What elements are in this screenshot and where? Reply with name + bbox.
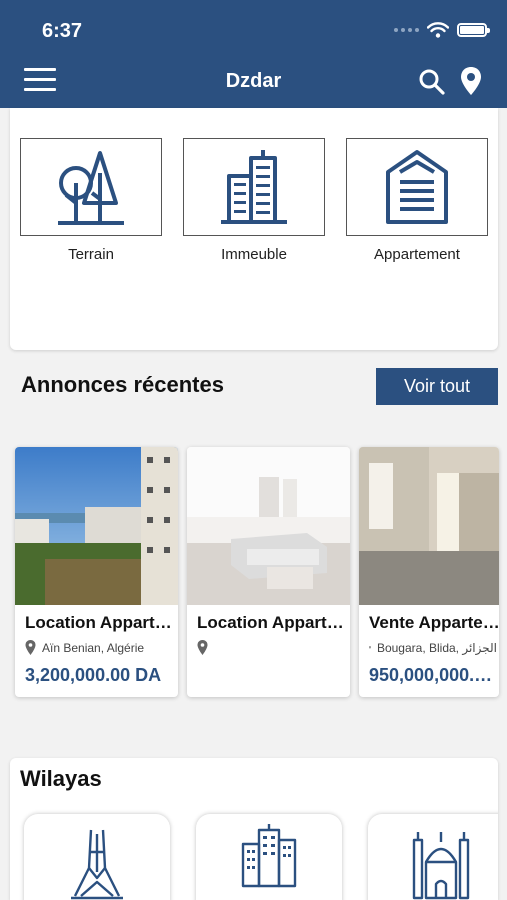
- mosque-icon: [412, 832, 470, 900]
- listing-location-text: Aïn Benian, Algérie: [42, 640, 145, 655]
- category-box[interactable]: [20, 138, 162, 236]
- battery-icon: [457, 23, 490, 37]
- listing-title: Location Appartement: [25, 613, 175, 632]
- category-panel: Terrain Immeuble Appartement: [10, 108, 498, 350]
- signal-icon: [394, 28, 419, 32]
- house-icon: [386, 150, 448, 224]
- city-buildings-icon: [241, 824, 297, 888]
- tree-icon: [58, 151, 124, 225]
- see-all-button[interactable]: Voir tout: [376, 368, 498, 405]
- search-icon[interactable]: [418, 68, 446, 96]
- category-box[interactable]: [346, 138, 488, 236]
- listing-location: Aïn Benian, Algérie: [25, 640, 175, 655]
- listing-photo: [359, 447, 499, 605]
- listing-card[interactable]: Location Appartement Aïn Benian, Algérie…: [15, 447, 178, 697]
- listing-card[interactable]: Location Appartement: [187, 447, 350, 697]
- listing-photo: [15, 447, 178, 605]
- recent-section-title: Annonces récentes: [21, 372, 224, 397]
- monument-icon: [71, 829, 123, 900]
- wilayas-section: Wilayas: [10, 758, 498, 900]
- wifi-icon: [427, 22, 449, 38]
- listing-location-text: Bougara, Blida, الجزائر: [376, 640, 497, 655]
- location-pin-icon: [369, 646, 371, 649]
- location-pin-icon: [197, 640, 208, 655]
- wilaya-card[interactable]: [368, 814, 498, 900]
- building-icon: [221, 150, 287, 224]
- category-immeuble[interactable]: Immeuble: [183, 138, 325, 263]
- listing-price: 950,000,000.00 DA: [369, 665, 497, 685]
- listing-title: Location Appartement: [197, 613, 347, 632]
- listing-card[interactable]: Vente Appartement Bougara, Blida, الجزائ…: [359, 447, 499, 697]
- category-label: Terrain: [68, 246, 114, 263]
- status-time: 6:37: [42, 20, 83, 42]
- location-pin-icon: [25, 640, 36, 655]
- category-label: Immeuble: [221, 246, 287, 263]
- listing-price: 3,200,000.00 DA: [25, 665, 162, 685]
- category-box[interactable]: [183, 138, 325, 236]
- status-icons: [394, 22, 490, 38]
- listing-location: [197, 640, 347, 655]
- category-appartement[interactable]: Appartement: [346, 138, 488, 263]
- wilaya-card[interactable]: [24, 814, 170, 900]
- listing-location: Bougara, Blida, الجزائر: [369, 640, 497, 655]
- wilayas-title: Wilayas: [20, 766, 102, 791]
- listing-photo: [187, 447, 350, 605]
- wilaya-card[interactable]: [196, 814, 342, 900]
- app-header: 6:37 Dzdar: [0, 0, 507, 108]
- location-pin-icon[interactable]: [458, 66, 484, 96]
- listing-title: Vente Appartement: [369, 613, 499, 632]
- category-terrain[interactable]: Terrain: [20, 138, 162, 263]
- category-label: Appartement: [374, 246, 460, 263]
